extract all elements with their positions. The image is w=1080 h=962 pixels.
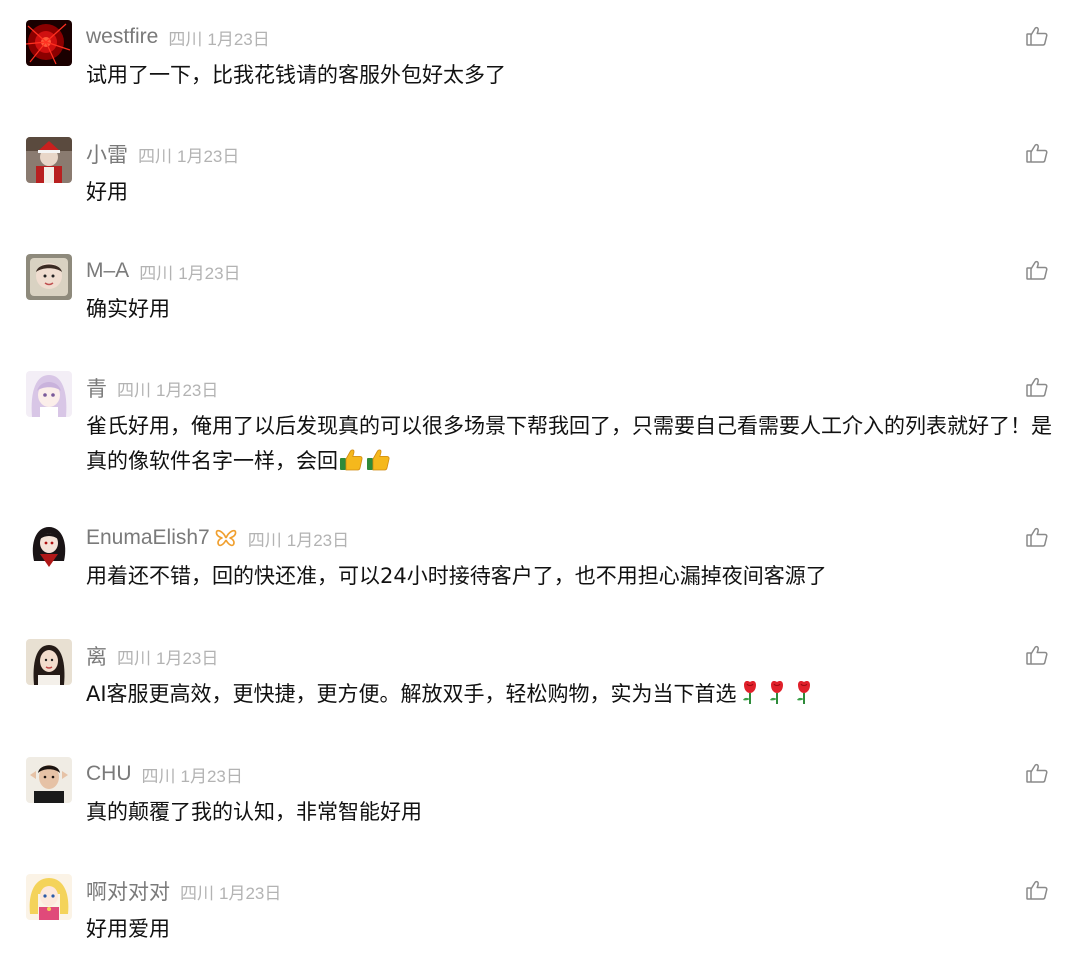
butterfly-badge-icon bbox=[214, 527, 238, 549]
comment-date: 1月23日 bbox=[177, 146, 240, 166]
comment-meta: westfire 四川 1月23日 bbox=[86, 22, 270, 52]
thumbs-up-like-icon[interactable] bbox=[1025, 258, 1049, 282]
comment-text-content: 好用 bbox=[86, 180, 128, 204]
man-photo-avatar[interactable] bbox=[26, 757, 72, 803]
location: 四川 bbox=[247, 530, 282, 550]
thumbs-up-like-icon[interactable] bbox=[1025, 141, 1049, 165]
comment-item: 小雷 四川 1月23日 好用 bbox=[0, 137, 1080, 207]
thumbs-up-like-icon[interactable] bbox=[1025, 761, 1049, 785]
emoji-group bbox=[737, 679, 818, 705]
comment-date: 1月23日 bbox=[178, 263, 241, 283]
rose-icon bbox=[764, 679, 791, 705]
christmas-photo-avatar[interactable] bbox=[26, 137, 72, 183]
comment-meta: 小雷 四川 1月23日 bbox=[86, 139, 239, 169]
username[interactable]: 小雷 bbox=[86, 139, 128, 169]
comment-date: 1月23日 bbox=[219, 883, 282, 903]
comment-item: westfire 四川 1月23日 试用了一下，比我花钱请的客服外包好太多了 bbox=[0, 20, 1080, 90]
anime-character-avatar[interactable] bbox=[26, 521, 72, 567]
comment-text-content: 用着还不错，回的快还准，可以24小时接待客户了，也不用担心漏掉夜间客源了 bbox=[86, 564, 827, 588]
comment-text: 试用了一下，比我花钱请的客服外包好太多了 bbox=[86, 58, 1056, 93]
comment-meta: 啊对对对 四川 1月23日 bbox=[86, 876, 281, 906]
comment-meta: EnumaElish7 四川 1月23日 bbox=[86, 523, 349, 553]
comment-text: 雀氏好用，俺用了以后发现真的可以很多场景下帮我回了，只需要自己看需要人工介入的列… bbox=[86, 409, 1056, 479]
thumbs-up-like-icon[interactable] bbox=[1025, 375, 1049, 399]
thumbs-up-icon bbox=[365, 446, 392, 472]
thumbs-up-like-icon[interactable] bbox=[1025, 643, 1049, 667]
thumbs-up-like-icon[interactable] bbox=[1025, 24, 1049, 48]
username[interactable]: 离 bbox=[86, 641, 107, 671]
rose-icon bbox=[737, 679, 764, 705]
username[interactable]: EnumaElish7 bbox=[86, 526, 210, 550]
comment-meta: M–A 四川 1月23日 bbox=[86, 256, 241, 286]
thumbs-up-like-icon[interactable] bbox=[1025, 525, 1049, 549]
comment-meta: 离 四川 1月23日 bbox=[86, 641, 218, 671]
comment-list: westfire 四川 1月23日 试用了一下，比我花钱请的客服外包好太多了 小… bbox=[0, 0, 1080, 962]
comment-text-content: 好用爱用 bbox=[86, 917, 170, 941]
comment-text-content: 试用了一下，比我花钱请的客服外包好太多了 bbox=[86, 63, 506, 87]
comment-item: EnumaElish7 四川 1月23日 用着还不错，回的快还准，可以24小时接… bbox=[0, 521, 1080, 591]
baby-photo-avatar[interactable] bbox=[26, 254, 72, 300]
comment-meta: 青 四川 1月23日 bbox=[86, 373, 218, 403]
woman-photo-avatar[interactable] bbox=[26, 639, 72, 685]
location: 四川 bbox=[117, 380, 151, 400]
comment-date: 1月23日 bbox=[156, 648, 219, 668]
comment-date: 1月23日 bbox=[286, 530, 350, 550]
rose-icon bbox=[791, 679, 818, 705]
username[interactable]: 啊对对对 bbox=[86, 876, 170, 906]
comment-date: 1月23日 bbox=[207, 29, 270, 49]
sailor-moon-avatar[interactable] bbox=[26, 874, 72, 920]
comment-text-content: AI客服更高效，更快捷，更方便。解放双手，轻松购物，实为当下首选 bbox=[86, 682, 737, 706]
comment-item: 青 四川 1月23日 雀氏好用，俺用了以后发现真的可以很多场景下帮我回了，只需要… bbox=[0, 371, 1080, 481]
comment-text-content: 雀氏好用，俺用了以后发现真的可以很多场景下帮我回了，只需要自己看需要人工介入的列… bbox=[86, 414, 1052, 473]
location: 四川 bbox=[139, 263, 174, 283]
comment-text: 用着还不错，回的快还准，可以24小时接待客户了，也不用担心漏掉夜间客源了 bbox=[86, 559, 1056, 594]
username[interactable]: M–A bbox=[86, 259, 129, 283]
comment-text: AI客服更高效，更快捷，更方便。解放双手，轻松购物，实为当下首选 bbox=[86, 677, 1056, 712]
emoji-group bbox=[338, 446, 392, 472]
comment-text-content: 真的颠覆了我的认知，非常智能好用 bbox=[86, 800, 422, 824]
red-fireworks-avatar[interactable] bbox=[26, 20, 72, 66]
comment-meta: CHU 四川 1月23日 bbox=[86, 759, 243, 789]
comment-text: 好用爱用 bbox=[86, 912, 1056, 947]
thumbs-up-like-icon[interactable] bbox=[1025, 878, 1049, 902]
comment-item: 离 四川 1月23日 AI客服更高效，更快捷，更方便。解放双手，轻松购物，实为当… bbox=[0, 639, 1080, 709]
location: 四川 bbox=[168, 29, 203, 49]
comment-date: 1月23日 bbox=[156, 380, 219, 400]
location: 四川 bbox=[138, 146, 172, 166]
comment-item: M–A 四川 1月23日 确实好用 bbox=[0, 254, 1080, 324]
comment-text: 确实好用 bbox=[86, 292, 1056, 327]
location: 四川 bbox=[180, 883, 214, 903]
anime-girl-avatar[interactable] bbox=[26, 371, 72, 417]
username[interactable]: CHU bbox=[86, 762, 132, 786]
username[interactable]: 青 bbox=[86, 373, 107, 403]
username[interactable]: westfire bbox=[86, 25, 158, 49]
comment-text: 真的颠覆了我的认知，非常智能好用 bbox=[86, 795, 1056, 830]
location: 四川 bbox=[117, 648, 151, 668]
location: 四川 bbox=[141, 766, 176, 786]
comment-date: 1月23日 bbox=[180, 766, 243, 786]
comment-item: CHU 四川 1月23日 真的颠覆了我的认知，非常智能好用 bbox=[0, 757, 1080, 827]
comment-text: 好用 bbox=[86, 175, 1056, 210]
comment-item: 啊对对对 四川 1月23日 好用爱用 bbox=[0, 874, 1080, 944]
comment-text-content: 确实好用 bbox=[86, 297, 170, 321]
thumbs-up-icon bbox=[338, 446, 365, 472]
